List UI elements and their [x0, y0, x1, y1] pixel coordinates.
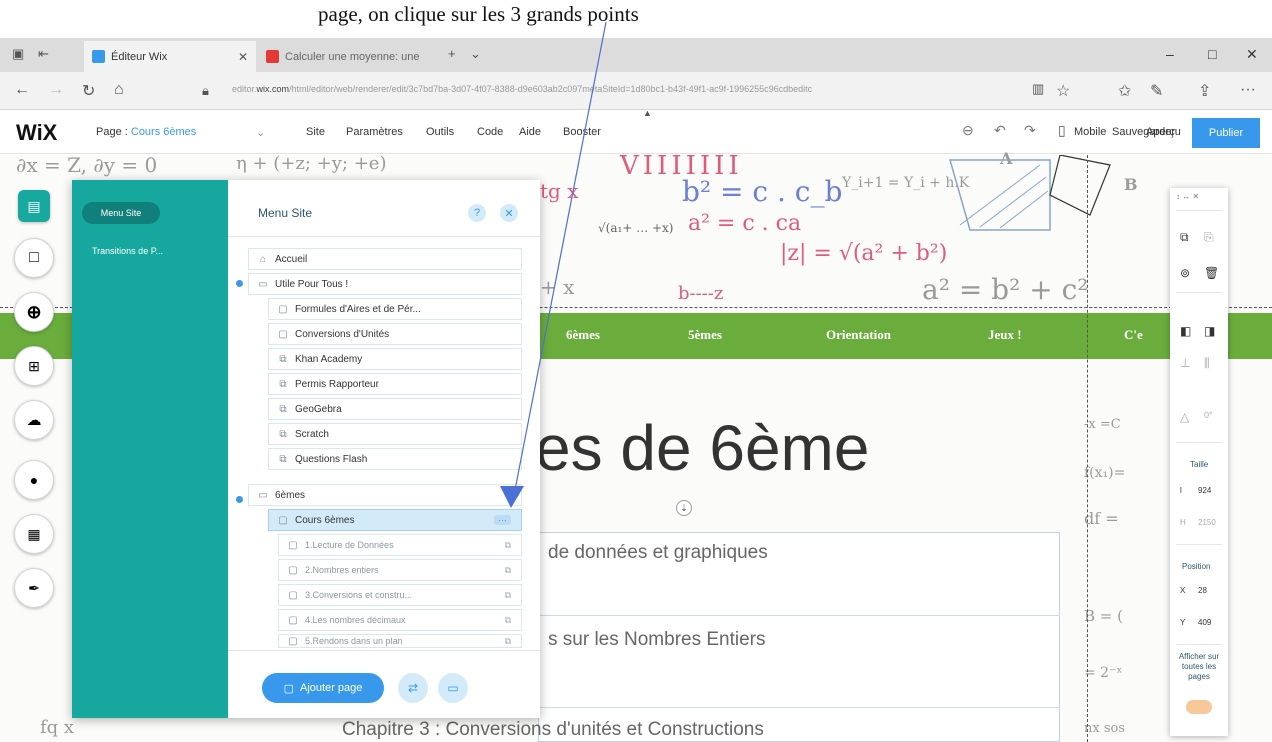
arrow-head: [500, 486, 524, 508]
arrow-shaft: [514, 21, 607, 491]
annotation-arrow: [500, 21, 607, 508]
